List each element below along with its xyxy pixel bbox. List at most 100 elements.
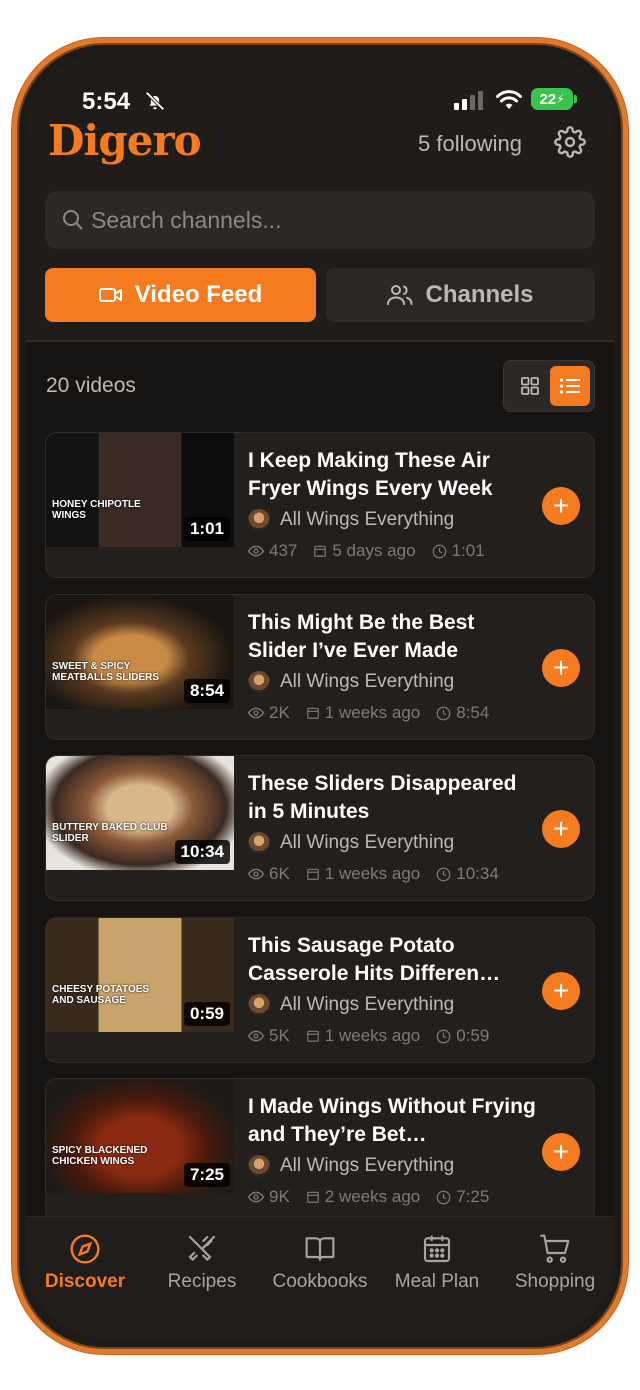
compass-icon [70, 1234, 100, 1264]
search-bar [45, 191, 595, 249]
duration-badge: 1:01 [183, 517, 230, 541]
nav-discover[interactable]: Discover [26, 1231, 144, 1293]
upload-age: 1 weeks ago [324, 864, 421, 883]
video-thumbnail[interactable]: SWEET & SPICY MEATBALLS SLIDERS 8:54 [46, 595, 234, 709]
video-duration: 0:59 [456, 1026, 490, 1045]
app-screen: 5:54 22⚡ Digero 5 following Video Feed C… [26, 54, 614, 1338]
view-count: 5K [269, 1026, 290, 1045]
battery-indicator: 22 ⚡ [531, 88, 577, 110]
video-thumbnail[interactable]: BUTTERY BAKED CLUB SLIDER 10:34 [46, 756, 234, 870]
grid-view-button[interactable] [512, 368, 548, 404]
video-card[interactable]: BUTTERY BAKED CLUB SLIDER 10:34 These Sl… [45, 755, 595, 901]
thumbnail-caption: CHEESY POTATOES AND SAUSAGE [52, 984, 150, 1006]
channel-row[interactable]: All Wings Everything [248, 832, 454, 854]
search-input[interactable] [91, 191, 581, 249]
signal-icon [454, 91, 483, 110]
video-meta: 2K 1 weeks ago 8:54 [248, 703, 489, 723]
view-toggle [503, 360, 595, 412]
add-button[interactable]: + [542, 649, 580, 687]
video-title[interactable]: I Keep Making These Air Fryer Wings Ever… [248, 447, 538, 503]
channel-name: All Wings Everything [280, 671, 455, 692]
video-camera-icon [98, 288, 122, 302]
channel-name: All Wings Everything [280, 509, 455, 530]
plus-icon: + [552, 490, 570, 521]
add-button[interactable]: + [542, 1133, 580, 1171]
view-count: 2K [269, 703, 290, 722]
video-duration: 8:54 [456, 703, 490, 722]
calendar-icon [306, 1030, 319, 1042]
duration-badge: 8:54 [183, 679, 230, 703]
video-meta: 9K 2 weeks ago 7:25 [248, 1187, 489, 1207]
nav-label: Discover [44, 1271, 126, 1292]
nav-cookbooks[interactable]: Cookbooks [261, 1231, 379, 1293]
nav-label: Cookbooks [272, 1271, 368, 1292]
nav-recipes[interactable]: Recipes [143, 1231, 261, 1293]
calendar-icon [306, 868, 319, 880]
eye-icon [248, 1030, 264, 1042]
bell-off-icon [145, 91, 165, 111]
clock-icon [436, 706, 451, 720]
video-title[interactable]: These Sliders Disappeared in 5 Minutes [248, 770, 538, 826]
nav-label: Meal Plan [394, 1271, 480, 1292]
nav-shopping[interactable]: Shopping [496, 1231, 614, 1293]
view-count: 437 [269, 541, 298, 560]
video-meta: 437 5 days ago 1:01 [248, 541, 485, 561]
following-count[interactable]: 5 following [418, 131, 522, 157]
bottom-nav: Discover Recipes Cookbooks Meal Plan Sho… [26, 1216, 614, 1338]
channel-name: All Wings Everything [280, 832, 455, 853]
avatar [248, 994, 270, 1016]
video-title[interactable]: This Sausage Potato Casserole Hits Diffe… [248, 932, 538, 988]
video-duration: 7:25 [456, 1187, 490, 1206]
video-card[interactable]: CHEESY POTATOES AND SAUSAGE 0:59 This Sa… [45, 917, 595, 1063]
nav-label: Recipes [167, 1271, 237, 1292]
video-duration: 1:01 [451, 541, 485, 560]
thumbnail-caption: SWEET & SPICY MEATBALLS SLIDERS [52, 661, 160, 683]
video-count: 20 videos [46, 374, 136, 397]
video-title[interactable]: I Made Wings Without Frying and They’re … [248, 1093, 538, 1149]
video-title[interactable]: This Might Be the Best Slider I’ve Ever … [248, 609, 538, 665]
eye-icon [248, 545, 264, 557]
add-button[interactable]: + [542, 810, 580, 848]
calendar-icon [306, 707, 319, 719]
tab-video-feed[interactable]: Video Feed [45, 268, 316, 322]
avatar [248, 671, 270, 693]
video-card[interactable]: SWEET & SPICY MEATBALLS SLIDERS 8:54 Thi… [45, 594, 595, 740]
eye-icon [248, 1191, 264, 1203]
upload-age: 1 weeks ago [324, 703, 421, 722]
calendar-icon [423, 1235, 451, 1263]
tab-channels[interactable]: Channels [326, 268, 595, 322]
plus-icon: + [552, 813, 570, 844]
channel-row[interactable]: All Wings Everything [248, 994, 454, 1016]
nav-meal-plan[interactable]: Meal Plan [378, 1231, 496, 1293]
channel-row[interactable]: All Wings Everything [248, 671, 454, 693]
video-card[interactable]: HONEY CHIPOTLE WINGS 1:01 I Keep Making … [45, 432, 595, 578]
channel-name: All Wings Everything [280, 1155, 455, 1176]
tab-channels-label: Channels [425, 281, 534, 308]
add-button[interactable]: + [542, 972, 580, 1010]
list-icon [559, 378, 580, 394]
view-count: 6K [269, 864, 290, 883]
clock-icon [432, 544, 446, 558]
channel-row[interactable]: All Wings Everything [248, 1155, 454, 1177]
channel-name: All Wings Everything [280, 994, 455, 1015]
book-icon [305, 1237, 335, 1261]
video-thumbnail[interactable]: HONEY CHIPOTLE WINGS 1:01 [46, 433, 234, 547]
app-logo: Digero [48, 116, 202, 165]
channel-row[interactable]: All Wings Everything [248, 509, 454, 531]
plus-icon: + [552, 975, 570, 1006]
video-card[interactable]: SPICY BLACKENED CHICKEN WINGS 7:25 I Mad… [45, 1078, 595, 1224]
plus-icon: + [552, 652, 570, 683]
video-thumbnail[interactable]: SPICY BLACKENED CHICKEN WINGS 7:25 [46, 1079, 234, 1193]
gear-icon[interactable] [554, 126, 586, 158]
video-thumbnail[interactable]: CHEESY POTATOES AND SAUSAGE 0:59 [46, 918, 234, 1032]
battery-level: 22 [539, 90, 557, 108]
status-time: 5:54 [82, 88, 131, 115]
duration-badge: 7:25 [183, 1163, 230, 1187]
calendar-icon [314, 545, 327, 557]
avatar [248, 1155, 270, 1177]
add-button[interactable]: + [542, 487, 580, 525]
list-view-button[interactable] [550, 366, 590, 406]
avatar [248, 832, 270, 854]
utensils-icon [188, 1235, 216, 1262]
thumbnail-caption: HONEY CHIPOTLE WINGS [52, 499, 141, 521]
